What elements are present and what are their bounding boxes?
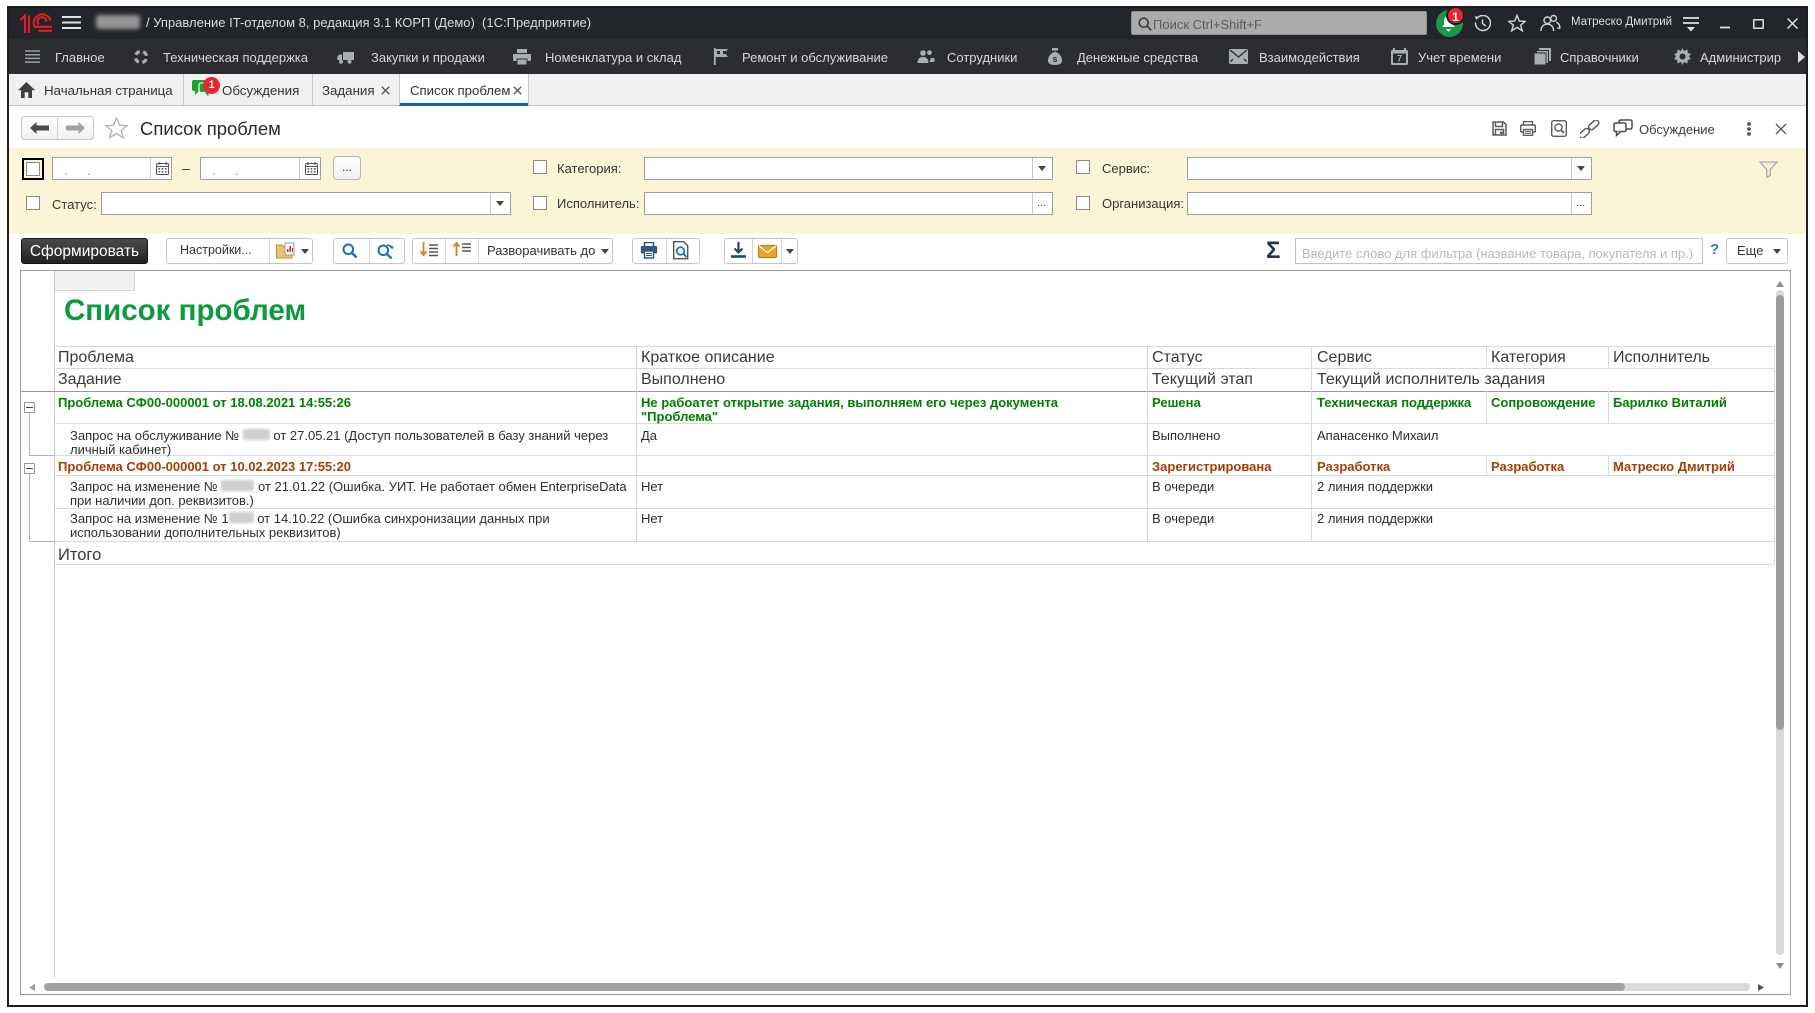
svg-text:s: s xyxy=(1052,54,1057,64)
svg-text:7: 7 xyxy=(1397,54,1402,64)
